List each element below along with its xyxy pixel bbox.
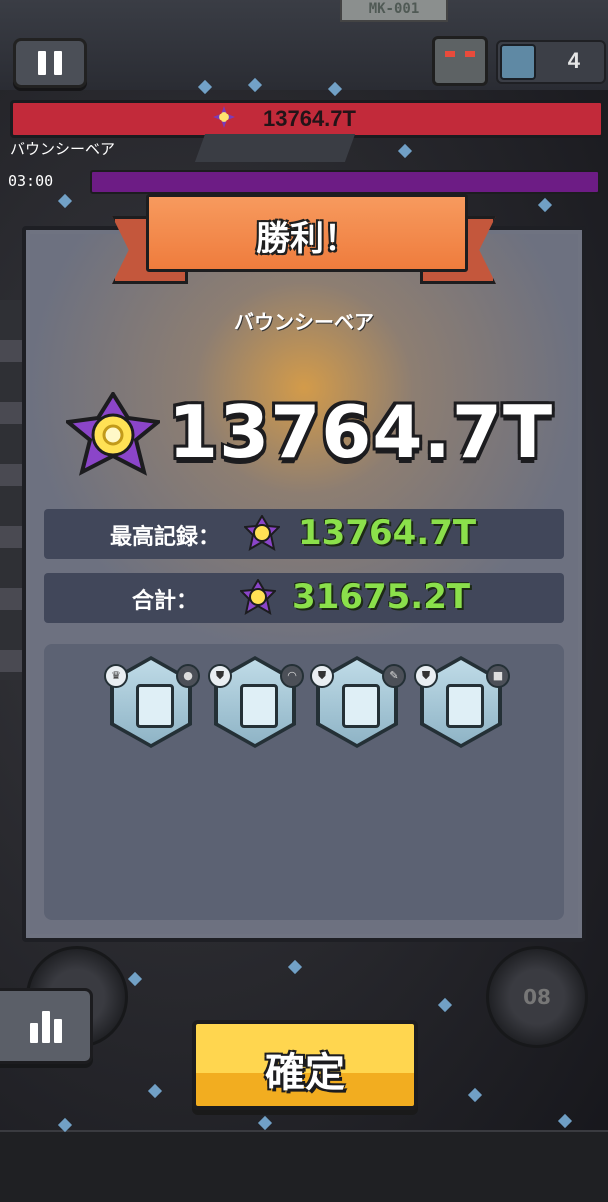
- gem-icon: [66, 392, 160, 476]
- wave-icon: [500, 44, 536, 80]
- gem-icon: [240, 579, 276, 615]
- victory-title: 勝利！: [256, 219, 358, 259]
- reward-item[interactable]: ⛊ ■: [414, 650, 510, 750]
- skill-slot-right[interactable]: 08: [486, 946, 588, 1048]
- best-record-label: 最高記録：: [110, 525, 221, 550]
- wave-counter: 4: [496, 40, 606, 84]
- best-record-value: 13764.7T: [298, 513, 477, 553]
- damage-score: 13764.7T: [168, 390, 554, 474]
- reward-item[interactable]: ♛ ●: [104, 650, 200, 750]
- side-rail: [0, 300, 22, 680]
- camera-icon: [240, 684, 278, 728]
- shield-icon: ⛊: [414, 664, 438, 688]
- pause-button[interactable]: [13, 38, 87, 88]
- boss-name: バウンシーベア: [10, 140, 116, 158]
- confirm-label: 確定: [265, 1050, 345, 1096]
- crystal-icon: [342, 684, 380, 728]
- boss-face-icon: [432, 36, 488, 86]
- battle-timer: 03:00: [8, 172, 54, 190]
- best-record-row: 最高記録： 13764.7T: [44, 509, 564, 559]
- bar-chart-icon: [30, 1009, 62, 1043]
- block-icon: ■: [486, 664, 510, 688]
- armor-icon: [136, 684, 174, 728]
- boss-skill-strip: [194, 134, 356, 162]
- stats-button[interactable]: [0, 988, 93, 1064]
- timer-bar: [90, 170, 600, 194]
- total-row: 合計： 31675.2T: [44, 573, 564, 623]
- gem-icon: [213, 106, 235, 128]
- pause-icon: [38, 51, 46, 75]
- skill-slot-label: 08: [523, 985, 551, 1009]
- confirm-button[interactable]: 確定: [192, 1020, 418, 1110]
- arc-icon: ◠: [280, 664, 304, 688]
- arena-sign: MK-001: [340, 0, 448, 22]
- bomb-icon: ●: [176, 664, 200, 688]
- feather-icon: ✎: [382, 664, 406, 688]
- total-label: 合計：: [132, 589, 199, 614]
- boots-icon: [446, 684, 484, 728]
- wave-count: 4: [567, 48, 580, 73]
- bottom-fence: [0, 1130, 608, 1202]
- reward-item[interactable]: ⛊ ◠: [208, 650, 304, 750]
- boss-hp-text: 13764.7T: [263, 106, 356, 131]
- enemy-name: バウンシーベア: [234, 310, 374, 334]
- victory-ribbon: 勝利！: [112, 194, 496, 286]
- total-value: 31675.2T: [292, 577, 471, 617]
- boss-hp-bar: 13764.7T: [10, 100, 604, 138]
- shield-icon: ⛊: [310, 664, 334, 688]
- shield-icon: ⛊: [208, 664, 232, 688]
- gem-icon: [244, 515, 280, 551]
- reward-item[interactable]: ⛊ ✎: [310, 650, 406, 750]
- crown-icon: ♛: [104, 664, 128, 688]
